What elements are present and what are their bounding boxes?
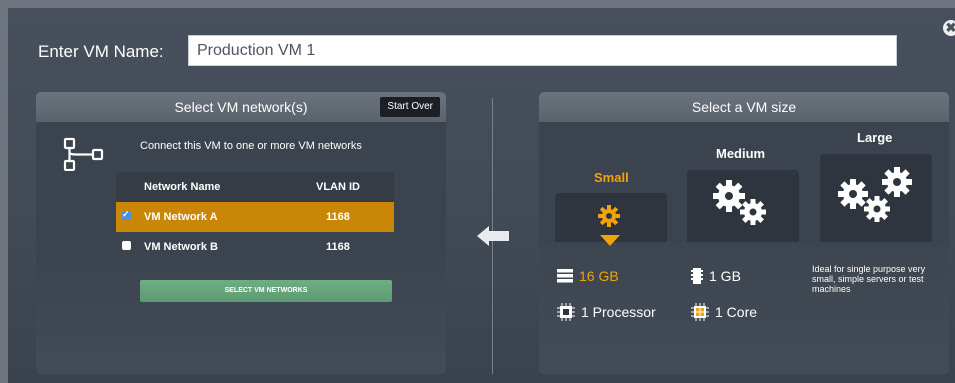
connect-instruction: Connect this VM to one or more VM networ… [140, 140, 362, 152]
network-table-header: Network Name VLAN ID [116, 172, 394, 202]
cores-icon [691, 303, 709, 324]
cores-value: 1 Core [715, 304, 758, 321]
network-panel-header: Select VM network(s) Start Over [36, 92, 446, 122]
memory-chip-icon [691, 268, 703, 287]
size-label-large: Large [857, 130, 893, 145]
column-vlan-id: VLAN ID [316, 181, 360, 193]
size-label-small: Small [594, 170, 629, 185]
network-a-checkbox[interactable]: ✓ [122, 209, 131, 220]
large-size-description: Ideal for single purpose very small, sim… [812, 264, 926, 294]
network-b-checkbox[interactable] [122, 241, 131, 250]
size-panel: Select a VM size Small Medium Large 16 G… [539, 92, 949, 374]
vm-dialog: ✖ Enter VM Name: Select VM network(s) St… [8, 8, 955, 383]
arrow-left-icon [477, 225, 509, 252]
three-gears-icon [837, 164, 917, 233]
close-icon[interactable]: ✖ [943, 20, 955, 36]
table-row[interactable]: VM Network B 1168 [116, 232, 394, 262]
network-name: VM Network B [144, 241, 218, 253]
spec-cores: 1 Core [691, 303, 757, 324]
size-panel-header: Select a VM size [539, 92, 949, 122]
network-name: VM Network A [144, 211, 218, 223]
network-table: Network Name VLAN ID ✓ VM Network A 1168… [116, 172, 394, 262]
vm-name-input[interactable] [188, 35, 897, 66]
selected-indicator-icon [600, 233, 620, 251]
size-panel-title: Select a VM size [691, 99, 797, 115]
two-gears-icon [711, 178, 773, 235]
storage-icon [557, 268, 573, 286]
start-over-button[interactable]: Start Over [380, 97, 440, 117]
processor-value: 1 Processor [581, 304, 656, 321]
memory-value: 1 GB [709, 268, 741, 285]
column-network-name: Network Name [144, 181, 221, 193]
spec-processor: 1 Processor [557, 303, 656, 324]
size-label-medium: Medium [716, 146, 766, 161]
processor-icon [557, 303, 575, 324]
storage-value: 16 GB [579, 268, 619, 284]
vm-name-label: Enter VM Name: [38, 42, 164, 61]
network-branch-icon [63, 137, 105, 176]
network-panel-title: Select VM network(s) [174, 99, 308, 115]
table-row[interactable]: ✓ VM Network A 1168 [116, 202, 394, 232]
spec-storage: 16 GB [557, 268, 619, 286]
vlan-id: 1168 [326, 211, 350, 223]
network-panel: Select VM network(s) Start Over Connect … [36, 92, 446, 374]
spec-memory: 1 GB [691, 268, 741, 287]
gear-icon [597, 204, 621, 233]
vlan-id: 1168 [326, 241, 350, 253]
select-vm-networks-button[interactable]: SELECT VM NETWORKS [140, 280, 392, 302]
